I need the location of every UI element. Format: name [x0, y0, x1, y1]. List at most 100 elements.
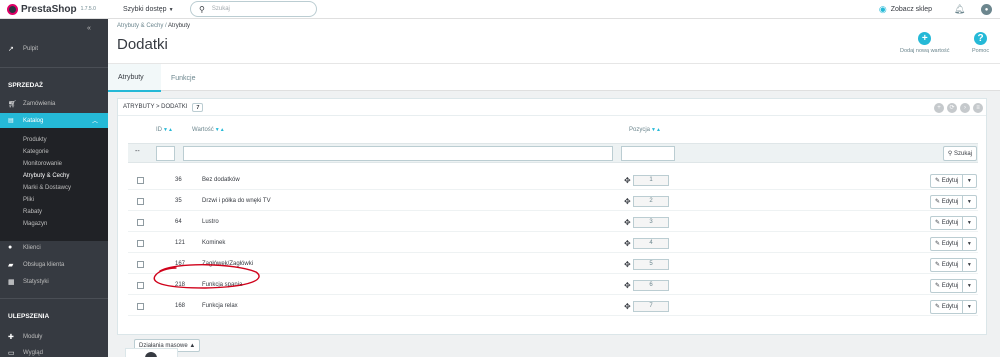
edit-button[interactable]: ✎ Edytuj [931, 175, 963, 187]
row-checkbox[interactable] [137, 240, 144, 247]
drag-handle-icon[interactable]: ✥ [624, 218, 631, 227]
sidebar-subitem-monitoring[interactable]: Monitorowanie [23, 161, 62, 167]
sort-arrows-icon[interactable]: ▼▲ [651, 127, 661, 133]
collapse-sidebar-icon[interactable]: « [87, 25, 91, 32]
quick-access-dropdown[interactable]: Szybki dostęp ▼ [123, 6, 174, 13]
sidebar-item-catalog[interactable]: ▤ Katalog ︿ [0, 113, 108, 128]
caret-down-icon[interactable]: ▼ [963, 262, 976, 268]
logo[interactable]: PrestaShop 1.7.5.0 [7, 3, 117, 15]
filter-position-input[interactable] [621, 146, 675, 161]
pencil-icon: ✎ [935, 304, 941, 310]
edit-button-group: ✎ Edytuj ▼ [930, 258, 977, 272]
cell-position: 3 [633, 217, 669, 228]
search-icon: ⚲ [947, 151, 953, 157]
filter-id-input[interactable] [156, 146, 175, 161]
sidebar-subitem-stock[interactable]: Magazyn [23, 221, 47, 227]
caret-down-icon[interactable]: ▼ [963, 178, 976, 184]
sidebar-item-label: Klienci [23, 244, 41, 251]
row-checkbox[interactable] [137, 198, 144, 205]
sidebar-item-stats[interactable]: ▦ Statystyki [0, 274, 108, 289]
tab-attributes[interactable]: Atrybuty [108, 64, 161, 92]
table-row[interactable]: 121 Kominek ✥ 4 ✎ Edytuj ▼ [128, 235, 978, 253]
database-icon[interactable]: ≡ [973, 103, 983, 113]
view-shop-link[interactable]: ◉ Zobacz sklep [879, 4, 932, 15]
sql-query-icon[interactable]: › [960, 103, 970, 113]
sidebar-subitem-discounts[interactable]: Rabaty [23, 209, 42, 215]
column-header-position[interactable]: Pozycja▼▲ [629, 127, 661, 133]
row-checkbox[interactable] [137, 282, 144, 289]
add-value-button[interactable]: + Dodaj nową wartość [900, 32, 950, 54]
caret-down-icon[interactable]: ▼ [963, 199, 976, 205]
caret-down-icon[interactable]: ▼ [963, 304, 976, 310]
drag-handle-icon[interactable]: ✥ [624, 239, 631, 248]
cart-icon: 🛒︎ [8, 100, 17, 108]
edit-button[interactable]: ✎ Edytuj [931, 238, 963, 250]
eye-icon: ◉ [878, 4, 887, 14]
bottom-card [125, 348, 178, 357]
column-header-value[interactable]: Wartość▼▲ [192, 127, 225, 133]
drag-handle-icon[interactable]: ✥ [624, 302, 631, 311]
table-row[interactable]: 64 Lustro ✥ 3 ✎ Edytuj ▼ [128, 214, 978, 232]
sidebar-item-orders[interactable]: 🛒︎ Zamówienia [0, 96, 108, 111]
notifications-bell-icon[interactable]: 🔔︎ [954, 4, 965, 15]
table-row[interactable]: 36 Bez dodatków ✥ 1 ✎ Edytuj ▼ [128, 172, 978, 190]
table-row[interactable]: 167 Zagłówek/Zagłówki ✥ 5 ✎ Edytuj ▼ [128, 256, 978, 274]
sidebar-subitem-attributes[interactable]: Atrybuty & Cechy [23, 173, 69, 179]
edit-button[interactable]: ✎ Edytuj [931, 196, 963, 208]
table-row[interactable]: 168 Funkcja relax ✥ 7 ✎ Edytuj ▼ [128, 298, 978, 316]
breadcrumb-parent[interactable]: Atrybuty & Cechy [117, 23, 163, 29]
row-checkbox[interactable] [137, 261, 144, 268]
drag-handle-icon[interactable]: ✥ [624, 281, 631, 290]
search-button[interactable]: ⚲ Szukaj [942, 146, 977, 161]
caret-down-icon[interactable]: ▼ [963, 220, 976, 226]
circle-icon [145, 352, 157, 357]
user-avatar-icon[interactable]: ● [981, 4, 992, 15]
tab-features[interactable]: Funkcje [161, 64, 206, 92]
sidebar-item-dashboard[interactable]: ↗ Pulpit [0, 41, 108, 56]
sort-arrows-icon[interactable]: ▼▲ [163, 127, 173, 133]
edit-label: Edytuj [941, 199, 959, 205]
sort-arrows-icon[interactable]: ▼▲ [215, 127, 225, 133]
cell-id: 218 [175, 282, 186, 288]
puzzle-icon: ✚ [8, 333, 14, 341]
pencil-icon: ✎ [935, 262, 941, 268]
pencil-icon: ✎ [935, 283, 941, 289]
edit-button[interactable]: ✎ Edytuj [931, 259, 963, 271]
drag-handle-icon[interactable]: ✥ [624, 176, 631, 185]
sidebar-subitem-brands[interactable]: Marki & Dostawcy [23, 185, 71, 191]
row-checkbox[interactable] [137, 219, 144, 226]
sidebar-item-design[interactable]: ▭ Wygląd [0, 345, 108, 357]
edit-button[interactable]: ✎ Edytuj [931, 280, 963, 292]
row-checkbox[interactable] [137, 303, 144, 310]
filter-value-input[interactable] [183, 146, 613, 161]
sidebar-subitem-products[interactable]: Produkty [23, 137, 47, 143]
drag-handle-icon[interactable]: ✥ [624, 260, 631, 269]
refresh-icon[interactable]: ⟳ [947, 103, 957, 113]
trending-up-icon: ↗ [8, 45, 14, 53]
search-input[interactable]: ⚲ Szukaj [190, 1, 317, 17]
caret-down-icon[interactable]: ▼ [963, 241, 976, 247]
sidebar-subitem-categories[interactable]: Kategorie [23, 149, 49, 155]
help-button[interactable]: ? Pomoc [972, 32, 989, 54]
sidebar-item-customers[interactable]: ● Klienci [0, 240, 108, 255]
drag-handle-icon[interactable]: ✥ [624, 197, 631, 206]
sidebar-subitem-files[interactable]: Pliki [23, 197, 34, 203]
caret-down-icon[interactable]: ▼ [963, 283, 976, 289]
panel-heading: ATRYBUTY > DODATKI 7 + ⟳ › ≡ [118, 99, 986, 116]
row-checkbox[interactable] [137, 177, 144, 184]
column-header-id[interactable]: ID▼▲ [156, 127, 173, 133]
column-value-label: Wartość [192, 127, 214, 133]
table-row[interactable]: 218 Funkcja spania ✥ 6 ✎ Edytuj ▼ [128, 277, 978, 295]
sidebar-item-customer-service[interactable]: ▰ Obsługa klienta [0, 257, 108, 272]
sidebar-item-modules[interactable]: ✚ Moduły [0, 329, 108, 344]
table-row[interactable]: 35 Drzwi i półka do wnęki TV ✥ 2 ✎ Edytuj ▼ [128, 193, 978, 211]
edit-button[interactable]: ✎ Edytuj [931, 217, 963, 229]
add-icon[interactable]: + [934, 103, 944, 113]
edit-label: Edytuj [941, 241, 959, 247]
edit-button-group: ✎ Edytuj ▼ [930, 237, 977, 251]
caret-up-icon: ▲ [189, 342, 196, 349]
edit-button[interactable]: ✎ Edytuj [931, 301, 963, 313]
cell-value: Funkcja spania [202, 282, 243, 288]
panel-tools: + ⟳ › ≡ [931, 103, 983, 113]
sidebar-item-label: Moduły [23, 333, 43, 340]
